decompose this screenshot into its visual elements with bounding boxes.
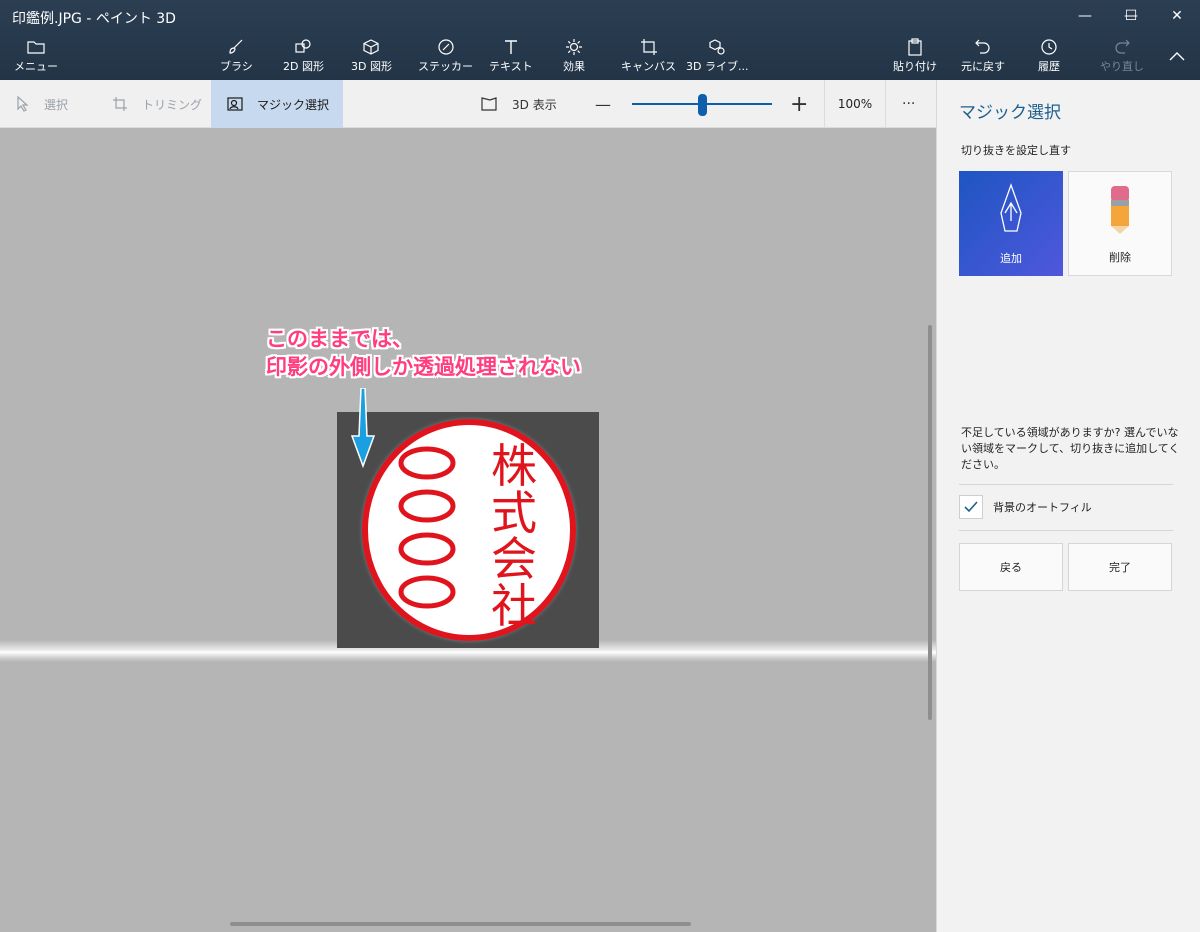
eraser-icon (1069, 184, 1171, 236)
history-icon (1040, 36, 1058, 58)
redo-button[interactable]: やり直し (1100, 36, 1144, 80)
more-options-button[interactable]: ··· (902, 80, 915, 128)
annotation-line-2: 印影の外側しか透過処理されない (266, 355, 581, 379)
divider (959, 530, 1173, 531)
stamp-seal-graphic: 株 式 会 社 (362, 419, 576, 641)
stamp-char-4: 社 (491, 579, 537, 633)
select-tool[interactable]: 選択 (16, 80, 68, 128)
add-button[interactable]: 追加 (959, 171, 1063, 276)
text-icon (502, 36, 520, 58)
2d-shapes-icon (294, 36, 312, 58)
annotation-callout: このままでは、 印影の外側しか透過処理されない (266, 325, 581, 381)
collapse-ribbon-button[interactable] (1154, 40, 1200, 72)
view-3d-toggle[interactable]: 3D 表示 (480, 80, 557, 128)
annotation-arrow-icon (350, 388, 376, 468)
paste-button[interactable]: 貼り付け (893, 36, 937, 80)
crop-tool[interactable]: トリミング (112, 80, 202, 128)
pen-icon (959, 183, 1063, 235)
zoom-out-button[interactable]: — (595, 80, 611, 128)
zoom-level[interactable]: 100% (824, 80, 886, 128)
window-minimize[interactable]: — (1062, 0, 1108, 32)
annotation-line-1: このままでは、 (266, 327, 413, 351)
sub-toolbar: 選択 トリミング マジック選択 3D 表示 — + 100% ··· (0, 80, 936, 128)
stamp-char-3: 会 (491, 532, 537, 586)
cursor-icon (17, 96, 29, 112)
vertical-scrollbar[interactable] (928, 325, 932, 720)
chevron-up-icon (1169, 52, 1185, 61)
tool-2d-shapes[interactable]: 2D 図形 (283, 36, 324, 80)
window-title: 印鑑例.JPG - ペイント 3D (12, 11, 176, 27)
undo-button[interactable]: 元に戻す (961, 36, 1005, 80)
delete-button[interactable]: 削除 (1068, 171, 1172, 276)
autofill-label: 背景のオートフィル (993, 501, 1092, 514)
window-maximize[interactable]: ☐ (1108, 0, 1154, 32)
tool-brush[interactable]: ブラシ (220, 36, 253, 80)
brush-icon (227, 36, 245, 58)
magic-select-icon (227, 97, 243, 111)
ribbon: 印鑑例.JPG - ペイント 3D — — ☐ ✕ メニュー ブラシ 2D 図形… (0, 0, 1200, 80)
divider (959, 484, 1173, 485)
tool-3d-shapes[interactable]: 3D 図形 (351, 36, 392, 80)
horizontal-scrollbar[interactable] (230, 922, 691, 926)
canvas-icon (640, 36, 658, 58)
sun-icon (565, 36, 583, 58)
3d-library-icon (708, 36, 726, 58)
crop-icon (113, 97, 127, 111)
back-button[interactable]: 戻る (959, 543, 1063, 591)
zoom-slider-thumb[interactable] (698, 94, 707, 116)
tool-effects[interactable]: 効果 (563, 36, 585, 80)
stamp-image[interactable]: 株 式 会 社 (337, 412, 599, 648)
clipboard-icon (906, 36, 924, 58)
folder-icon (27, 36, 45, 58)
tool-3d-library[interactable]: 3D ライブ... (686, 36, 748, 80)
autofill-checkbox[interactable] (959, 495, 983, 519)
sticker-icon (437, 36, 455, 58)
menu-button[interactable]: メニュー (14, 36, 58, 80)
3d-cube-icon (362, 36, 380, 58)
3d-view-icon (481, 97, 497, 111)
magic-select-tool[interactable]: マジック選択 (211, 80, 343, 128)
stamp-char-1: 株 (491, 439, 537, 493)
help-text: 不足している領域がありますか? 選んでいない領域をマークして、切り抜きに追加して… (961, 426, 1180, 471)
panel-subtitle: 切り抜きを設定し直す (961, 144, 1071, 157)
panel-title: マジック選択 (959, 103, 1061, 123)
tool-canvas[interactable]: キャンバス (621, 36, 676, 80)
tool-text[interactable]: テキスト (489, 36, 533, 80)
autofill-option[interactable]: 背景のオートフィル (959, 495, 1092, 519)
undo-icon (974, 36, 992, 58)
magic-select-panel: マジック選択 切り抜きを設定し直す 追加 削除 不足している領域がありますか? … (936, 80, 1200, 932)
history-button[interactable]: 履歴 (1038, 36, 1060, 80)
checkmark-icon (964, 501, 978, 513)
done-button[interactable]: 完了 (1068, 543, 1172, 591)
redo-icon (1113, 36, 1131, 58)
window-close[interactable]: ✕ (1154, 0, 1200, 32)
zoom-in-button[interactable]: + (790, 80, 808, 128)
tool-stickers[interactable]: ステッカー (418, 36, 473, 80)
